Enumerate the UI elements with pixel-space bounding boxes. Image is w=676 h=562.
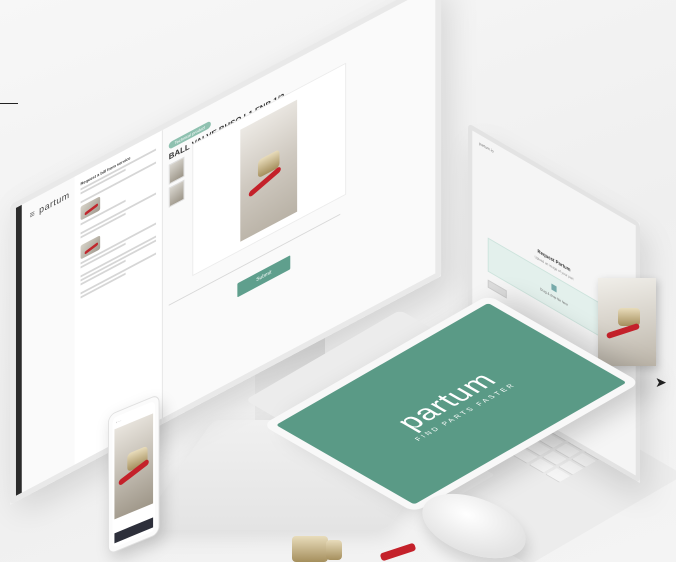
image-thumbnail-strip [168,156,185,210]
app-left-rail [15,204,22,496]
product-photo [240,99,298,242]
phone: ‹ ··· [108,393,160,555]
upload-icon [551,283,557,293]
app-logo[interactable]: ≡ partum [30,189,70,220]
brass-valve-body [292,536,328,562]
devices-mockup-scene: ≡ partum Request a bill from service Tec… [0,0,676,562]
browser-tab-label: partum.io [479,140,494,154]
hamburger-menu-icon[interactable]: ≡ [30,208,36,221]
phone-product-photo [114,413,154,520]
phone-device: ‹ ··· [108,393,160,555]
mouse-pointer-icon: ➤ [655,374,667,390]
image-thumbnail[interactable] [168,179,185,208]
red-valve-handle [379,542,417,562]
phone-header: ‹ ··· [116,418,122,425]
uploaded-valve-photo [598,278,656,366]
brass-valve-nut [326,540,342,560]
app-logo-text: partum [39,189,70,216]
phone-screen: ‹ ··· [112,400,155,549]
divider-line [0,103,18,104]
phone-action-button[interactable] [114,517,154,544]
